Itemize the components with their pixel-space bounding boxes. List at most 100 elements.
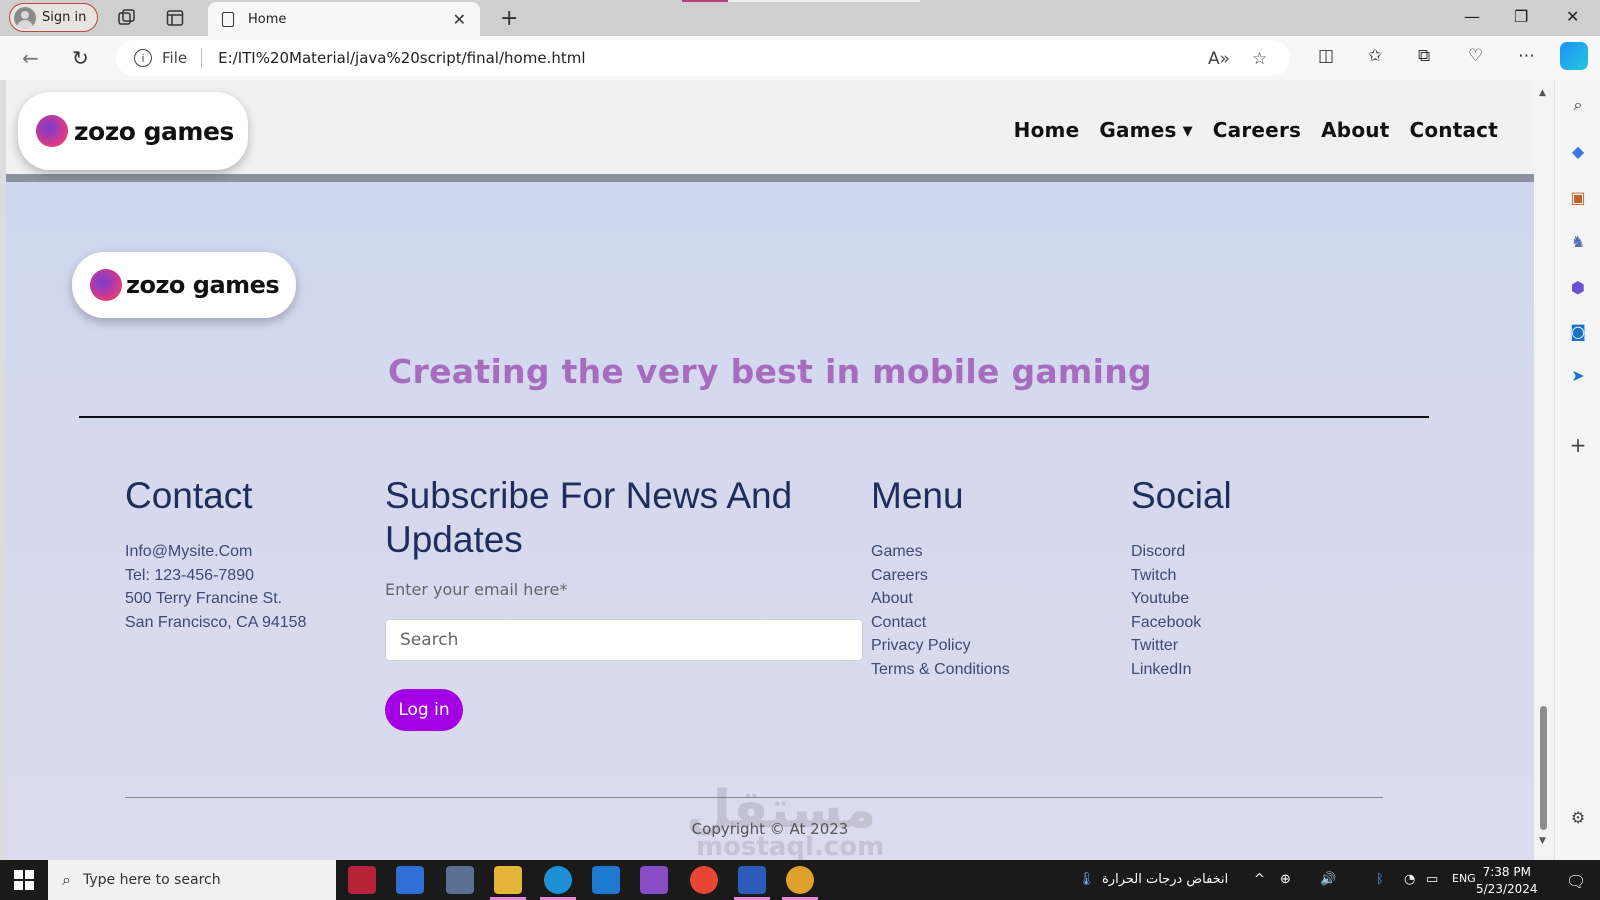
read-aloud-icon[interactable]: A» [1208,49,1230,69]
outlook-icon[interactable]: ◙ [1567,320,1589,342]
menu-heading: Menu [871,475,964,516]
page-viewport: zozo games Home Games ▼ Careers About Con… [6,80,1534,860]
nav-careers[interactable]: Careers [1213,118,1301,142]
tagline: Creating the very best in mobile gaming [388,352,1152,391]
social-link-linkedin[interactable]: LinkedIn [1131,658,1371,682]
store-app-icon[interactable] [396,866,424,894]
profile-signin-button[interactable]: Sign in [9,3,98,32]
visual-studio-app-icon[interactable] [640,866,668,894]
refresh-icon[interactable]: ↻ [72,46,89,70]
battery-icon[interactable]: ▭ [1426,872,1438,887]
calculator-app-icon[interactable] [446,866,474,894]
url-text[interactable]: E:/ITI%20Material/java%20script/final/ho… [218,49,585,67]
address-divider [201,48,203,68]
games-icon[interactable]: ♞ [1567,230,1589,252]
contact-email[interactable]: Info@Mysite.Com [125,540,365,564]
browser-sidebar: ⌕ ◆ ▣ ♞ ⬢ ◙ ➤ + ⚙ [1554,80,1600,860]
shopping-tag-icon[interactable]: ◆ [1567,140,1589,162]
bluetooth-icon[interactable]: ᛒ [1376,872,1384,887]
page-scrollbar[interactable]: ▲ ▼ [1534,80,1554,860]
social-link-twitch[interactable]: Twitch [1131,564,1371,588]
menu-list: Games Careers About Contact Privacy Poli… [871,540,1111,681]
language-indicator[interactable]: ENG [1452,872,1476,885]
site-info-icon[interactable]: i [134,49,152,67]
signin-label: Sign in [42,10,87,25]
thermometer-icon: 🌡 [1078,872,1095,887]
file-explorer-icon[interactable] [494,866,522,894]
header-logo[interactable]: zozo games [18,92,248,170]
taskbar-search[interactable]: ⌕ Type here to search [48,860,336,900]
workspaces-icon[interactable] [116,7,138,29]
gear-icon[interactable]: ⚙ [1567,806,1589,828]
minimize-icon[interactable]: — [1464,7,1480,26]
footer-subscribe-column: Subscribe For News And Updates Enter you… [385,474,863,731]
nav-about[interactable]: About [1321,118,1389,142]
chevron-down-icon: ▼ [1182,124,1193,139]
social-link-discord[interactable]: Discord [1131,540,1371,564]
tab-home[interactable]: Home ✕ [208,2,480,36]
site-header: zozo games Home Games ▼ Careers About Con… [6,80,1534,182]
menu-link-contact[interactable]: Contact [871,611,1111,635]
contact-address-line-1: 500 Terry Francine St. [125,590,283,607]
social-list: Discord Twitch Youtube Facebook Twitter … [1131,540,1371,681]
notifications-icon[interactable]: 🗨 [1566,872,1586,891]
nav-games-label: Games [1099,118,1177,142]
scroll-up-icon[interactable]: ▲ [1539,88,1546,98]
vertical-tabs-icon[interactable] [164,7,186,29]
browser-tab-bar: Sign in Home ✕ + — ❐ ✕ [0,0,1600,36]
new-tab-icon[interactable]: + [500,6,518,31]
menu-link-careers[interactable]: Careers [871,564,1111,588]
copilot-icon[interactable] [1560,42,1588,70]
vscode-app-icon[interactable] [592,866,620,894]
social-link-youtube[interactable]: Youtube [1131,587,1371,611]
menu-link-about[interactable]: About [871,587,1111,611]
contact-address-line-2: San Francisco, CA 94158 [125,613,307,631]
system-clock[interactable]: 7:38 PM 5/23/2024 [1476,864,1538,898]
chrome-profile-app-icon[interactable] [786,866,814,894]
menu-link-games[interactable]: Games [871,540,1111,564]
weather-text[interactable]: انخفاض درجات الحرارة [1102,872,1228,887]
network-icon[interactable]: ⊕ [1280,872,1291,887]
address-bar[interactable]: i File E:/ITI%20Material/java%20script/f… [116,40,1290,76]
more-options-icon[interactable]: ⋯ [1518,46,1535,66]
edge-app-icon[interactable] [544,866,572,894]
word-app-icon[interactable] [738,866,766,894]
copyright-text: Copyright © At 2023 [691,820,849,838]
menu-link-privacy[interactable]: Privacy Policy [871,634,1111,658]
social-link-facebook[interactable]: Facebook [1131,611,1371,635]
footer-menu-column: Menu Games Careers About Contact Privacy… [871,474,1111,681]
tab-group-marker [682,0,728,2]
chevron-up-icon[interactable]: ^ [1254,872,1265,887]
social-link-twitter[interactable]: Twitter [1131,634,1371,658]
scroll-thumb[interactable] [1540,706,1547,830]
favorites-icon[interactable]: ✩ [1368,46,1382,66]
footer-contact-column: Contact Info@Mysite.Com Tel: 123-456-789… [125,474,365,634]
nav-contact[interactable]: Contact [1409,118,1498,142]
menu-link-terms[interactable]: Terms & Conditions [871,658,1111,682]
login-button[interactable]: Log in [385,689,463,731]
access-app-icon[interactable] [348,866,376,894]
split-screen-icon[interactable]: ◫ [1318,46,1334,66]
close-tab-icon[interactable]: ✕ [453,10,466,29]
back-icon[interactable]: ← [22,46,39,70]
wifi-icon[interactable]: ◔ [1404,872,1415,887]
send-icon[interactable]: ➤ [1567,364,1589,386]
footer-logo[interactable]: zozo games [72,252,296,318]
microsoft-365-icon[interactable]: ⬢ [1567,276,1589,298]
scroll-down-icon[interactable]: ▼ [1539,836,1546,846]
taskbar: ⌕ Type here to search 🌡 انخفاض درجات الح… [0,860,1600,900]
nav-home[interactable]: Home [1014,118,1080,142]
add-icon[interactable]: + [1567,433,1589,457]
tools-briefcase-icon[interactable]: ▣ [1567,186,1589,208]
nav-games-dropdown[interactable]: Games ▼ [1099,118,1192,142]
restore-icon[interactable]: ❐ [1514,7,1528,26]
close-window-icon[interactable]: ✕ [1566,7,1579,26]
email-field[interactable] [385,619,863,661]
search-icon[interactable]: ⌕ [1567,94,1589,116]
browser-essentials-icon[interactable]: ♡ [1468,46,1483,66]
favorite-star-icon[interactable]: ☆ [1252,49,1267,69]
collections-icon[interactable]: ⧉ [1418,46,1430,66]
chrome-app-icon[interactable] [690,866,718,894]
volume-icon[interactable]: 🔊 [1320,872,1336,887]
windows-start-icon[interactable] [14,870,34,890]
